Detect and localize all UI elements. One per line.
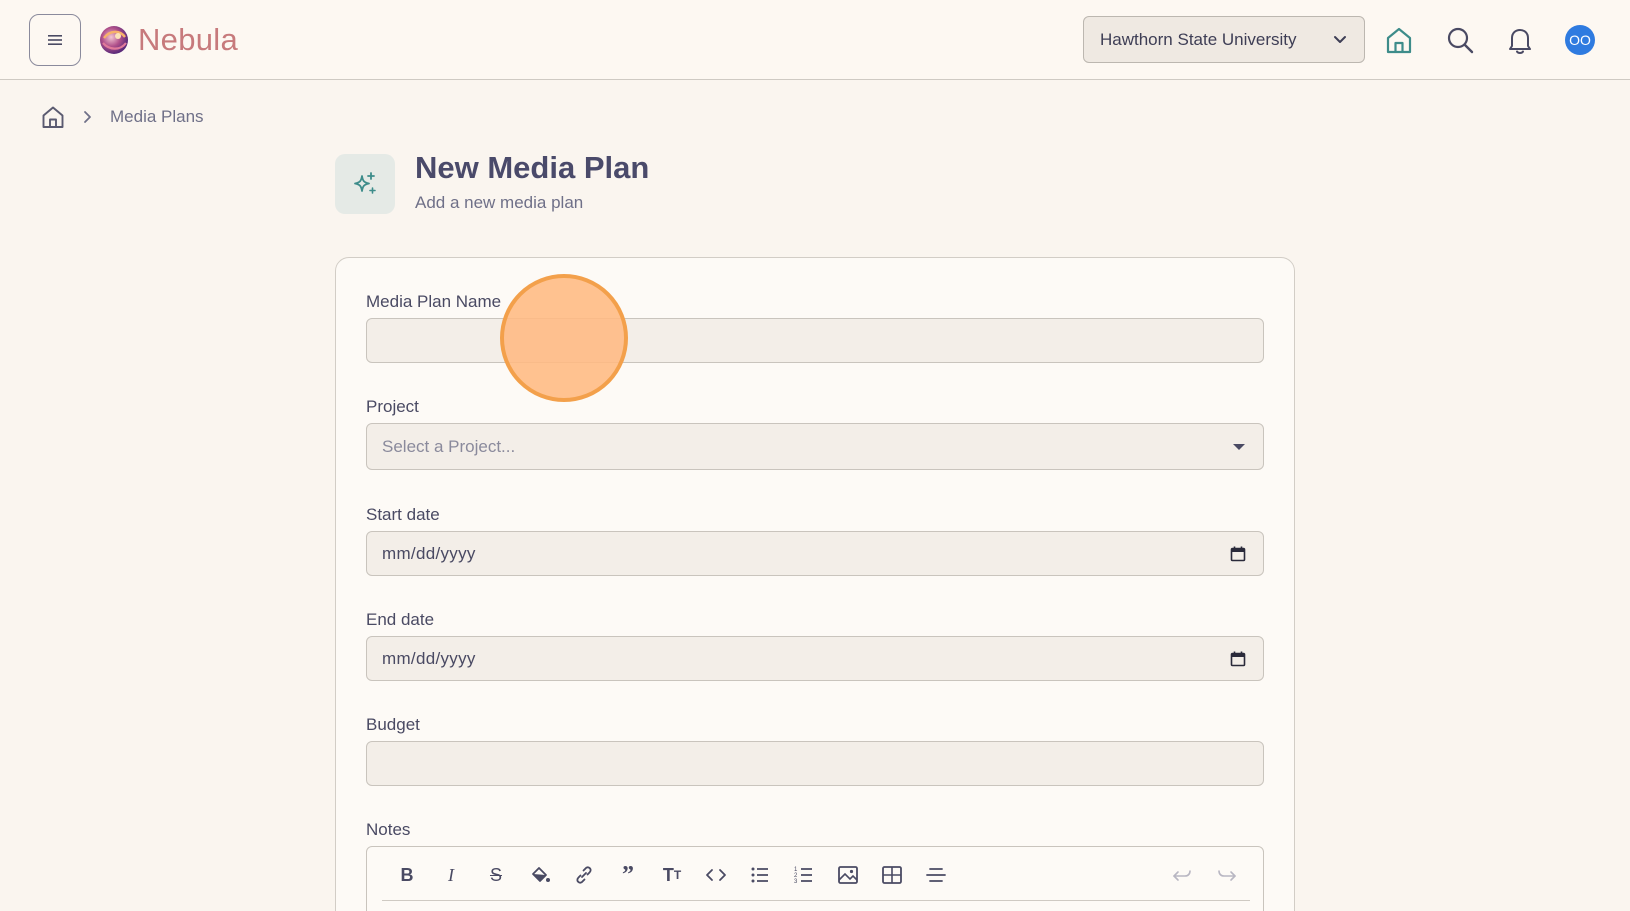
project-select-placeholder: Select a Project...	[382, 436, 516, 456]
bold-icon[interactable]: B	[395, 863, 419, 887]
end-date-input[interactable]: mm/dd/yyyy	[366, 636, 1264, 681]
calendar-icon[interactable]	[1229, 650, 1247, 668]
numbered-list-icon[interactable]: 1 2 3	[792, 863, 816, 887]
link-icon[interactable]	[572, 863, 596, 887]
media-plan-name-label: Media Plan Name	[366, 292, 502, 311]
breadcrumb-item-media-plans[interactable]: Media Plans	[110, 107, 204, 127]
top-navigation-bar: Nebula Hawthorn State University OO	[0, 0, 1630, 80]
user-avatar[interactable]: OO	[1565, 25, 1595, 55]
breadcrumb-home-icon[interactable]	[40, 104, 66, 130]
bell-icon[interactable]	[1504, 24, 1536, 56]
redo-icon[interactable]	[1215, 863, 1239, 887]
code-icon[interactable]	[704, 863, 728, 887]
breadcrumb: Media Plans	[40, 104, 204, 130]
start-date-value: mm/dd/yyyy	[382, 543, 476, 563]
horizontal-rule-icon[interactable]	[924, 863, 948, 887]
page-title: New Media Plan	[415, 150, 650, 185]
bullet-list-icon[interactable]	[748, 863, 772, 887]
home-icon[interactable]	[1383, 24, 1415, 56]
menu-button[interactable]	[29, 14, 81, 66]
svg-text:3: 3	[794, 879, 798, 885]
caret-down-icon	[1233, 444, 1245, 450]
budget-label: Budget	[366, 715, 420, 734]
image-icon[interactable]	[836, 863, 860, 887]
undo-icon[interactable]	[1170, 863, 1194, 887]
nebula-logo-icon	[100, 26, 128, 54]
notes-editor[interactable]: B I S ” TT 1 2 3	[366, 846, 1264, 911]
budget-input[interactable]	[366, 741, 1264, 786]
strikethrough-icon[interactable]: S	[484, 863, 508, 887]
page-subtitle: Add a new media plan	[415, 193, 584, 212]
project-label: Project	[366, 397, 419, 416]
organization-select[interactable]: Hawthorn State University	[1083, 16, 1365, 63]
menu-icon	[48, 35, 62, 45]
chevron-down-icon	[1334, 36, 1346, 43]
search-icon[interactable]	[1444, 24, 1476, 56]
quote-icon[interactable]: ”	[616, 862, 640, 888]
start-date-input[interactable]: mm/dd/yyyy	[366, 531, 1264, 576]
highlight-icon[interactable]	[528, 863, 552, 887]
calendar-icon[interactable]	[1229, 545, 1247, 563]
italic-icon[interactable]: I	[439, 863, 463, 887]
notes-label: Notes	[366, 820, 411, 839]
user-initials: OO	[1569, 32, 1591, 48]
chevron-right-icon	[84, 111, 91, 123]
editor-toolbar: B I S ” TT 1 2 3	[382, 847, 1250, 901]
organization-select-value: Hawthorn State University	[1100, 29, 1297, 49]
sparkles-icon	[354, 172, 376, 194]
end-date-value: mm/dd/yyyy	[382, 648, 476, 668]
app-logo[interactable]: Nebula	[98, 22, 238, 58]
start-date-label: Start date	[366, 505, 440, 524]
page-icon-box	[335, 154, 395, 214]
cursor-click-indicator	[500, 274, 628, 402]
text-size-icon[interactable]: TT	[660, 863, 684, 887]
end-date-label: End date	[366, 610, 435, 629]
project-select[interactable]: Select a Project...	[366, 423, 1264, 470]
app-name: Nebula	[138, 22, 239, 57]
table-icon[interactable]	[880, 863, 904, 887]
